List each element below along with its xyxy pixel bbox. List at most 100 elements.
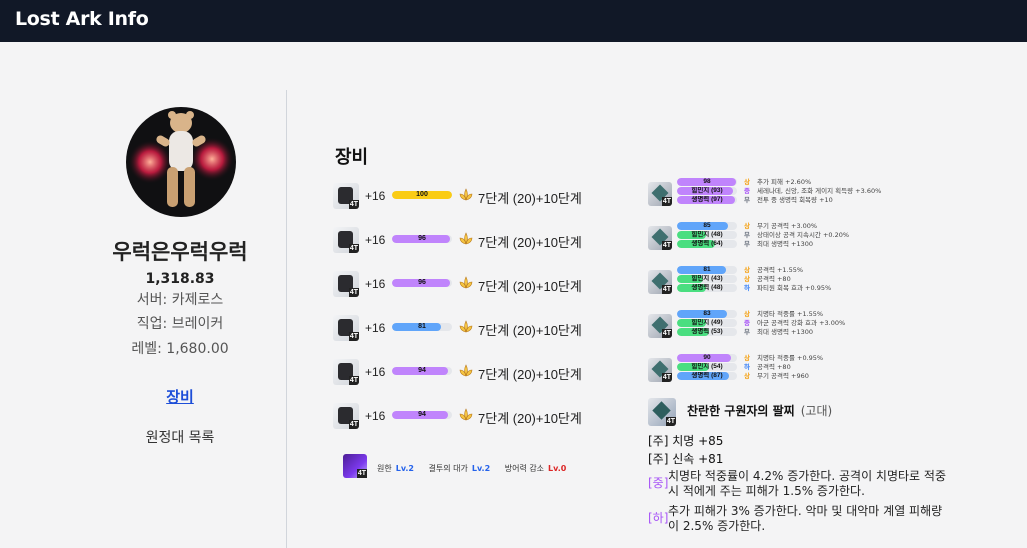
tier-badge: 4T [348,376,359,385]
level-label: 레벨: 1,680.00 [131,341,229,357]
effect-text: 추가 피해 +2.60% [756,178,812,186]
bracelet-name: 찬란한 구원자의 팔찌 [687,404,795,418]
accessory-effects: 상 추가 피해 +2.60% 중 세레나데, 신앙, 조화 게이지 획득량 +3.60… [744,178,954,205]
earring-1-icon: 4T [648,226,672,250]
equipment-row[interactable]: 4T +16 81 7단계 (20)+10단계 [333,315,593,341]
effect-text: 공격력 +80 [756,363,791,371]
transcendence-text: 7단계 (20)+10단계 [478,191,582,206]
effect-text: 치명타 적중률 +1.55% [756,310,824,318]
effect-grade: 무 [744,240,750,248]
effect-text: 최대 생명력 +1300 [756,328,814,336]
engraving-name: 원한 [377,464,392,473]
bracelet-icon[interactable]: 4T [648,398,676,426]
weapon-icon: 4T [333,183,359,209]
quality-bar-label: 힘민지 (93) [691,187,723,194]
equipment-section-title: 장비 [335,147,369,168]
effect-grade: 중 [744,319,750,327]
lotus-icon [459,408,473,421]
quality-bar-label: 83 [703,310,711,317]
effect-line: 상 추가 피해 +2.60% [744,178,954,187]
tier-badge: 4T [661,329,672,338]
quality-bar-label: 생명력 (87) [691,372,723,379]
equipment-row[interactable]: 4T +16 94 7단계 (20)+10단계 [333,403,593,429]
accessory-row[interactable]: 4T 83 힘민지 (49) 생명력 (53) 상 치명타 적중률 +1.55% 중 아군 공… [648,310,948,344]
upgrade-level: +16 [365,321,386,335]
effect-text: 상태이상 공격 지속시간 +0.20% [756,231,850,239]
upgrade-level: +16 [365,277,386,291]
column-divider [286,90,287,548]
accessory-quality-bars: 81 힘민지 (43) 생명력 (48) [677,266,737,293]
accessory-effects: 상 치명타 적중률 +1.55% 중 아군 공격력 강화 효과 +3.00% 무 최대 생… [744,310,954,337]
server-label: 서버: 카제로스 [136,292,224,308]
effect-grade: 무 [744,328,750,336]
quality-bar: 생명력 (53) [677,328,737,336]
equipment-row[interactable]: 4T +16 96 7단계 (20)+10단계 [333,227,593,253]
engraving-stone-icon[interactable]: 4T [343,454,367,478]
accessory-row[interactable]: 4T 98 힘민지 (93) 생명력 (97) 상 추가 피해 +2.60% 중 세레나데, … [648,178,948,212]
character-name: 우럭은우럭우럭 [112,240,248,264]
equipment-row[interactable]: 4T +16 100 7단계 (20)+10단계 [333,183,593,209]
effect-text: 추가 피해가 3% 증가한다. 악마 및 대악마 계열 피해량이 2.5% 증가… [668,504,943,533]
quality-value: 81 [418,323,426,330]
effect-line: 무 상태이상 공격 지속시간 +0.20% [744,231,954,240]
top-navbar: Lost Ark Info [0,0,1027,42]
effect-text: 치명타 적중률이 4.2% 증가한다. 공격이 치명타로 적중 시 적에게 주는… [668,469,946,498]
accessory-row[interactable]: 4T 81 힘민지 (43) 생명력 (48) 상 공격력 +1.55% 상 공격력 +80 하… [648,266,948,300]
effect-line: 상 무기 공격력 +960 [744,372,954,381]
accessory-quality-bars: 90 힘민지 (54) 생명력 (87) [677,354,737,381]
character-avatar [126,107,236,217]
lotus-icon [459,364,473,377]
transcendence-text: 7단계 (20)+10단계 [478,279,582,294]
effect-line: 상 공격력 +80 [744,275,954,284]
effect-grade: 상 [744,310,750,318]
transcendence-text: 7단계 (20)+10단계 [478,367,582,382]
engraving-level: Lv.0 [548,464,567,473]
tier-badge: 4T [661,241,672,250]
tier-badge: 4T [348,420,359,429]
nav-expedition-link[interactable]: 원정대 목록 [80,427,280,447]
effect-text: 치명타 적중률 +0.95% [756,354,824,362]
effect-text: 세레나데, 신앙, 조화 게이지 획득량 +3.60% [756,187,882,195]
quality-bar: 힘민지 (48) [677,231,737,239]
necklace-icon: 4T [648,182,672,206]
quality-bar: 90 [677,354,737,362]
effect-grade-tag: [하] [648,511,669,525]
transcendence-text: 7단계 (20)+10단계 [478,411,582,426]
effect-grade: 하 [744,284,750,292]
item-level: 1,318.83 [145,271,215,287]
effect-line: 상 공격력 +1.55% [744,266,954,275]
quality-bar: 98 [677,178,737,186]
quality-bar: 생명력 (97) [677,196,737,204]
accessory-row[interactable]: 4T 90 힘민지 (54) 생명력 (87) 상 치명타 적중률 +0.95% 하 공격력 … [648,354,948,388]
accessory-effects: 상 치명타 적중률 +0.95% 하 공격력 +80 상 무기 공격력 +960 [744,354,954,381]
bracelet-stat: [주] 신속 +81 [648,452,724,466]
app-title[interactable]: Lost Ark Info [15,8,149,30]
equipment-row[interactable]: 4T +16 94 7단계 (20)+10단계 [333,359,593,385]
effect-line: 중 세레나데, 신앙, 조화 게이지 획득량 +3.60% [744,187,954,196]
quality-value: 94 [418,367,426,374]
pants-icon: 4T [333,315,359,341]
quality-bar: 96 [392,235,452,243]
effect-grade: 상 [744,222,750,230]
equipment-row[interactable]: 4T +16 96 7단계 (20)+10단계 [333,271,593,297]
quality-value: 100 [416,191,428,198]
effect-grade: 상 [744,266,750,274]
effect-grade: 무 [744,196,750,204]
upgrade-level: +16 [365,365,386,379]
quality-bar-label: 힘민지 (49) [691,319,723,326]
tier-badge: 4T [661,197,672,206]
effect-text: 파티원 회복 효과 +0.95% [756,284,832,292]
bracelet-effect: [중] 치명타 적중률이 4.2% 증가한다. 공격이 치명타로 적중 시 적에게… [648,469,948,499]
quality-bar-label: 81 [703,266,711,273]
nav-equipment-link[interactable]: 장비 [80,386,280,407]
ring-2-icon: 4T [648,358,672,382]
quality-bar: 힘민지 (54) [677,363,737,371]
effect-text: 공격력 +1.55% [756,266,804,274]
effect-line: 상 치명타 적중률 +0.95% [744,354,954,363]
quality-bar: 힘민지 (93) [677,187,737,195]
accessory-row[interactable]: 4T 85 힘민지 (48) 생명력 (64) 상 무기 공격력 +3.00% 무 상태이상 … [648,222,948,256]
effect-grade: 상 [744,354,750,362]
quality-bar: 94 [392,411,452,419]
quality-bar: 83 [677,310,737,318]
engraving-list: 원한 Lv.2 결투의 대가 Lv.2 방어력 감소 Lv.0 [377,463,578,474]
